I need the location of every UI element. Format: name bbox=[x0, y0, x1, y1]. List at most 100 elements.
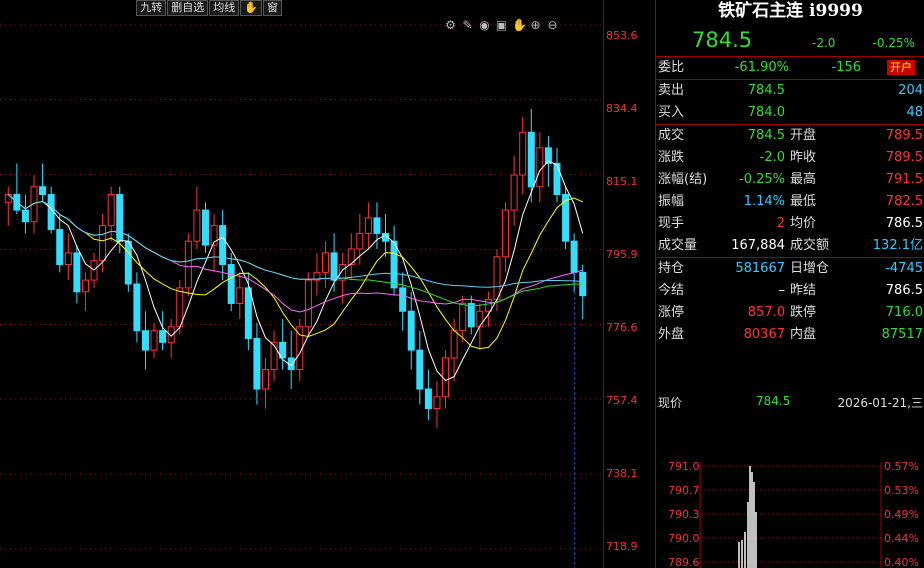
axis-tick: 738.1 bbox=[606, 467, 638, 480]
row-value: -0.25% bbox=[739, 172, 785, 187]
candle[interactable] bbox=[467, 295, 475, 335]
row-label: 涨幅(结) bbox=[658, 172, 708, 187]
row-value: 80367 bbox=[743, 327, 785, 342]
quote-row: 今结 – 昨结 786.5 bbox=[656, 280, 924, 302]
row-label-2: 最低 bbox=[790, 194, 817, 209]
hand-button[interactable]: ✋ bbox=[240, 0, 262, 16]
candle[interactable] bbox=[270, 330, 278, 382]
open-account-button[interactable]: 开户 bbox=[887, 60, 915, 75]
candle[interactable] bbox=[219, 210, 227, 281]
zoom-out-icon[interactable]: ⊖ bbox=[546, 19, 559, 32]
candle[interactable] bbox=[201, 202, 209, 253]
candle[interactable] bbox=[416, 330, 424, 405]
kline-chart[interactable]: 九转 删自选 均线 ✋ 窗 ⚙ ✎ ◉ ▣ ✋ ⊕ ⊖ bbox=[0, 0, 603, 568]
candle[interactable] bbox=[433, 381, 441, 428]
candle[interactable] bbox=[167, 319, 175, 358]
quote-row: 外盘 80367 内盘 87517 bbox=[656, 324, 924, 346]
remove-watch-button[interactable]: 删自选 bbox=[167, 0, 209, 16]
candle[interactable] bbox=[81, 272, 89, 312]
candle[interactable] bbox=[287, 330, 295, 390]
candle[interactable] bbox=[227, 252, 235, 312]
candle[interactable] bbox=[347, 233, 355, 281]
mini-right-tick: 0.57% bbox=[884, 462, 919, 473]
price-change-pct: -0.25% bbox=[872, 36, 915, 50]
ma-button[interactable]: 均线 bbox=[209, 0, 240, 16]
row-value-2: 786.5 bbox=[885, 283, 923, 298]
candle[interactable] bbox=[73, 245, 81, 304]
candle[interactable] bbox=[124, 233, 132, 292]
candle[interactable] bbox=[527, 108, 535, 203]
row-value-2: 791.5 bbox=[885, 172, 923, 187]
ask-volume: 204 bbox=[898, 83, 923, 98]
weibi-value: -61.90% bbox=[734, 60, 789, 75]
window-button[interactable]: 窗 bbox=[263, 0, 282, 16]
kline-svg[interactable] bbox=[0, 0, 603, 568]
mini-right-tick: 0.40% bbox=[884, 556, 919, 568]
row-label: 今结 bbox=[658, 283, 685, 298]
candle[interactable] bbox=[56, 213, 64, 273]
candle[interactable] bbox=[322, 241, 330, 288]
row-value: 167,884 bbox=[731, 238, 785, 253]
row-label: 外盘 bbox=[658, 327, 685, 342]
candle[interactable] bbox=[141, 311, 149, 370]
candle[interactable] bbox=[39, 163, 47, 203]
nine-turn-button[interactable]: 九转 bbox=[136, 0, 167, 16]
row-label-2: 昨收 bbox=[790, 150, 817, 165]
price-change: -2.0 bbox=[812, 36, 836, 50]
candle[interactable] bbox=[536, 132, 544, 203]
row-value: 1.14% bbox=[743, 194, 785, 209]
candle[interactable] bbox=[424, 369, 432, 421]
axis-tick: 757.4 bbox=[606, 394, 638, 407]
lock-icon[interactable]: ▣ bbox=[495, 19, 508, 32]
candle[interactable] bbox=[13, 163, 21, 214]
mini-left-tick: 791.0 bbox=[668, 462, 700, 473]
candle[interactable] bbox=[304, 272, 312, 335]
candle[interactable] bbox=[562, 186, 570, 249]
zoom-in-icon[interactable]: ⊕ bbox=[529, 19, 542, 32]
candle[interactable] bbox=[184, 233, 192, 296]
candle[interactable] bbox=[47, 186, 55, 234]
candle[interactable] bbox=[159, 311, 167, 351]
candle[interactable] bbox=[579, 264, 587, 320]
pen-icon[interactable]: ✎ bbox=[461, 19, 474, 32]
candle[interactable] bbox=[407, 291, 415, 370]
weicha-value: -156 bbox=[831, 60, 861, 75]
quote-row: 现手 2 均价 786.5 bbox=[656, 213, 924, 235]
axis-tick: 834.4 bbox=[606, 102, 638, 115]
candle[interactable] bbox=[484, 291, 492, 327]
row-label: 成交 bbox=[658, 128, 685, 143]
candle[interactable] bbox=[133, 272, 141, 343]
eye-icon[interactable]: ◉ bbox=[478, 19, 491, 32]
candle[interactable] bbox=[399, 272, 407, 331]
candle[interactable] bbox=[364, 202, 372, 249]
mini-left-tick: 790.3 bbox=[668, 508, 700, 521]
candle[interactable] bbox=[356, 213, 364, 265]
candle[interactable] bbox=[253, 322, 261, 405]
mini-intraday-chart: 791.0 0.57% 790.7 0.53% 790.3 0.49% 790.0 0.44%… bbox=[668, 462, 919, 568]
candle[interactable] bbox=[519, 116, 527, 195]
quote-row: 涨幅(结) -0.25% 最高 791.5 bbox=[656, 169, 924, 191]
settings-icon[interactable]: ⚙ bbox=[444, 19, 457, 32]
candle[interactable] bbox=[390, 225, 398, 296]
quote-row: 持仓 581667 日增仓 -4745 bbox=[656, 258, 924, 280]
now-date: 2026-01-21,三 bbox=[837, 396, 923, 410]
candle[interactable] bbox=[193, 186, 201, 249]
row-value-2: 87517 bbox=[881, 327, 923, 342]
candle[interactable] bbox=[510, 155, 518, 226]
candle[interactable] bbox=[21, 194, 29, 234]
hand-icon[interactable]: ✋ bbox=[512, 19, 527, 32]
candle[interactable] bbox=[296, 319, 304, 382]
candle[interactable] bbox=[64, 233, 72, 281]
candle[interactable] bbox=[107, 186, 115, 242]
price-row: 784.5 -2.0 -0.25% bbox=[656, 26, 924, 57]
candle[interactable] bbox=[313, 252, 321, 296]
candle[interactable] bbox=[502, 202, 510, 273]
axis-tick: 853.6 bbox=[606, 29, 638, 42]
candle[interactable] bbox=[4, 186, 12, 226]
candle[interactable] bbox=[236, 272, 244, 320]
candle[interactable] bbox=[261, 357, 269, 409]
candle[interactable] bbox=[279, 319, 287, 370]
candle[interactable] bbox=[553, 147, 561, 203]
candle[interactable] bbox=[150, 322, 158, 358]
candle[interactable] bbox=[570, 233, 578, 292]
